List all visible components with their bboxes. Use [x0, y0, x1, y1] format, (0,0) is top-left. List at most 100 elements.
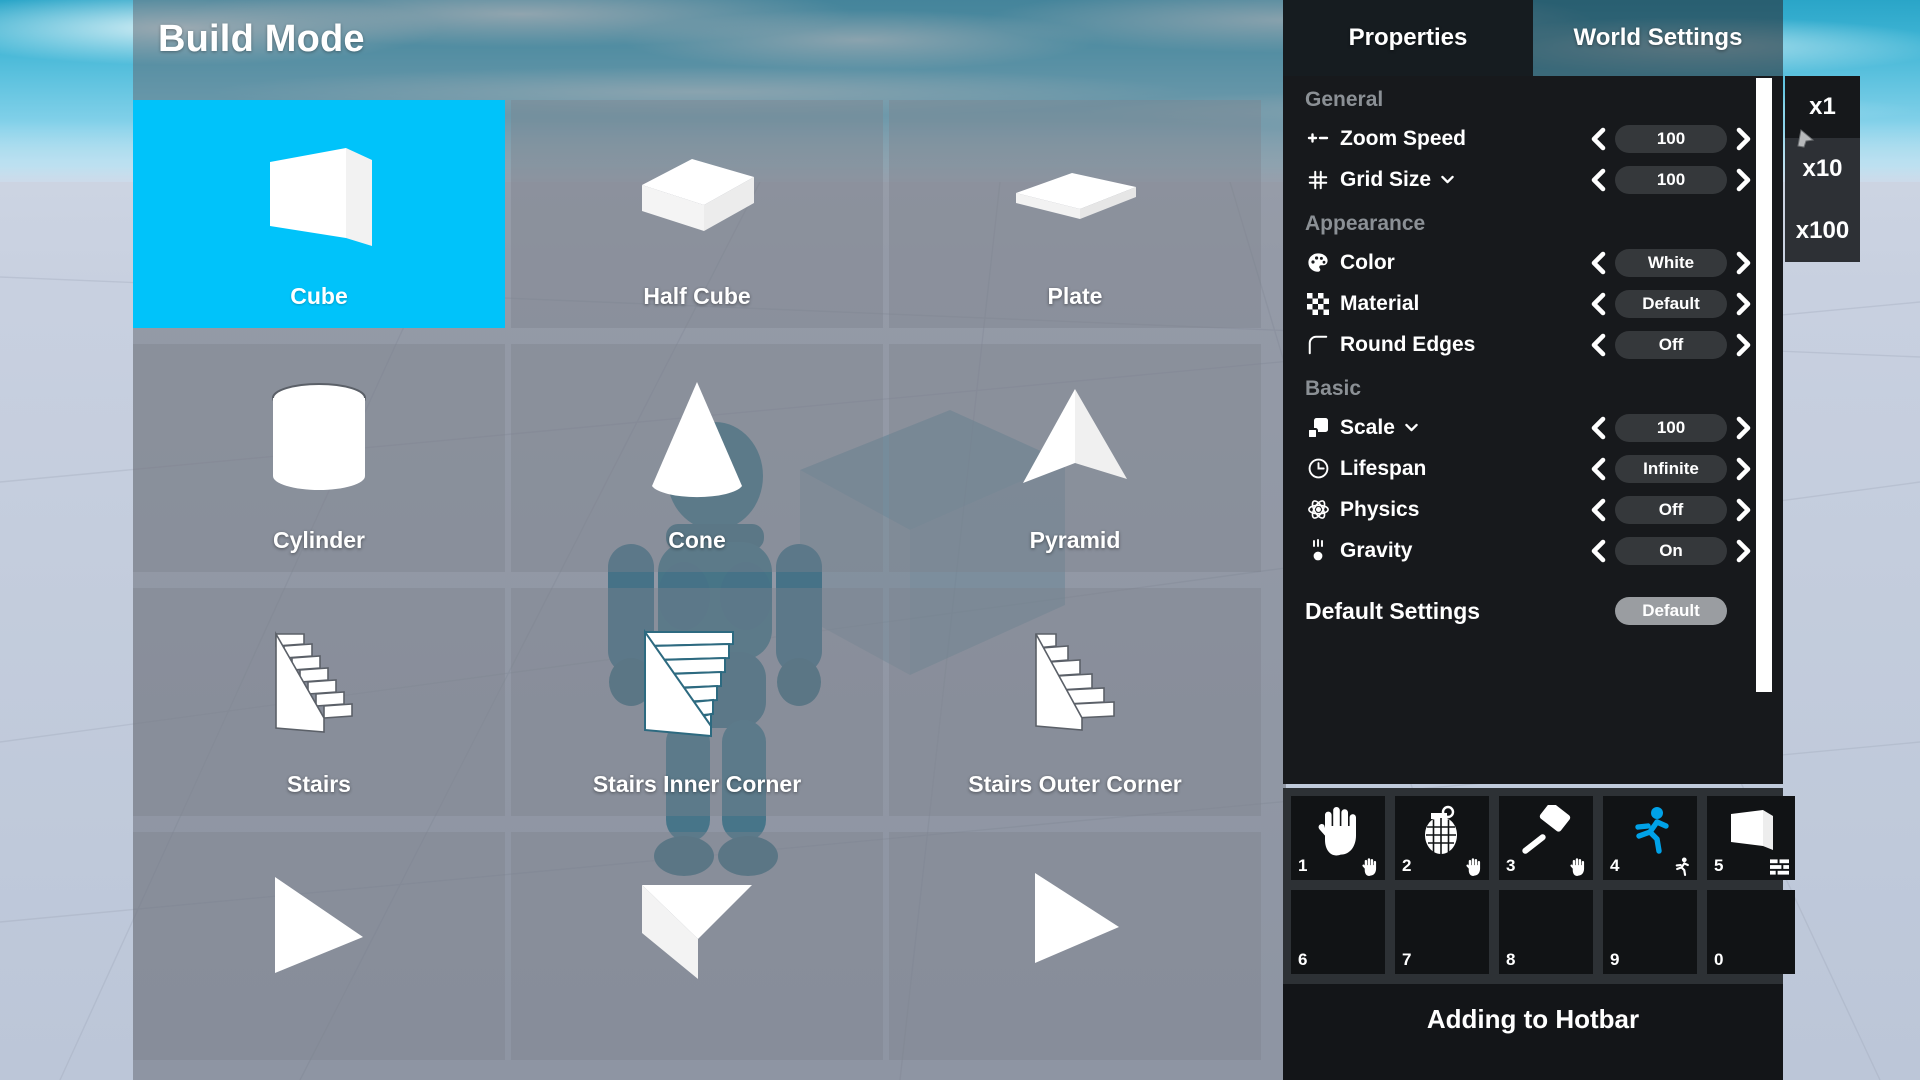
default-settings-label: Default Settings: [1305, 597, 1481, 624]
chevron-right-icon[interactable]: [1729, 288, 1759, 320]
tab-world-settings[interactable]: World Settings: [1533, 0, 1783, 76]
build-tile-label: Cone: [668, 527, 726, 553]
chevron-left-icon[interactable]: [1583, 288, 1613, 320]
property-row-lifespan: Lifespan Infinite: [1283, 448, 1783, 489]
build-tile-label: Cube: [290, 283, 348, 309]
property-row-scale: Scale 100: [1283, 407, 1783, 448]
chevron-down-icon[interactable]: [1403, 419, 1420, 436]
chevron-left-icon[interactable]: [1583, 329, 1613, 361]
property-label-physics: Physics: [1340, 497, 1420, 521]
hotbar-slot-2[interactable]: 2: [1395, 796, 1489, 880]
property-stepper-grid-size: 100: [1583, 164, 1759, 196]
chevron-left-icon[interactable]: [1583, 123, 1613, 155]
property-value-physics[interactable]: Off: [1615, 495, 1727, 524]
property-value-material[interactable]: Default: [1615, 289, 1727, 318]
atom-icon: [1305, 497, 1331, 523]
tab-properties[interactable]: Properties: [1283, 0, 1533, 76]
build-tile-extra-11[interactable]: [889, 832, 1261, 1060]
page-title: Build Mode: [158, 18, 365, 60]
property-stepper-lifespan: Infinite: [1583, 453, 1759, 485]
property-value-color[interactable]: White: [1615, 248, 1727, 277]
chevron-left-icon[interactable]: [1583, 247, 1613, 279]
property-value-lifespan[interactable]: Infinite: [1615, 454, 1727, 483]
hotbar-slot-3[interactable]: 3: [1499, 796, 1593, 880]
build-tile-label: Plate: [1047, 283, 1103, 309]
build-tile-stairs-inner-corner[interactable]: Stairs Inner Corner: [511, 588, 883, 816]
properties-scrollbar[interactable]: [1756, 78, 1772, 692]
multiplier-x100[interactable]: x100: [1785, 200, 1860, 262]
chevron-left-icon[interactable]: [1583, 164, 1613, 196]
properties-list[interactable]: General Zoom Speed 100 Grid Size 100 Appearan…: [1283, 76, 1783, 784]
chevron-left-icon[interactable]: [1583, 535, 1613, 567]
hotbar-slot-4[interactable]: 4: [1603, 796, 1697, 880]
hotbar-slot-8[interactable]: 8: [1499, 890, 1593, 974]
chevron-right-icon[interactable]: [1729, 535, 1759, 567]
property-stepper-scale: 100: [1583, 412, 1759, 444]
property-value-scale[interactable]: 100: [1615, 413, 1727, 442]
chevron-right-icon[interactable]: [1729, 123, 1759, 155]
hotbar-slot-key: 2: [1402, 856, 1412, 875]
hotbar-slot-0[interactable]: 0: [1707, 890, 1795, 974]
build-tile-stairs-outer-corner[interactable]: Stairs Outer Corner: [889, 588, 1261, 816]
chevron-right-icon[interactable]: [1729, 412, 1759, 444]
build-tile-pyramid[interactable]: Pyramid: [889, 344, 1261, 572]
cone-icon: [511, 362, 883, 516]
cube-icon: [133, 118, 505, 272]
build-tile-label: Stairs Outer Corner: [968, 771, 1182, 797]
property-value-gravity[interactable]: On: [1615, 536, 1727, 565]
chevron-right-icon[interactable]: [1729, 247, 1759, 279]
property-value-grid-size[interactable]: 100: [1615, 165, 1727, 194]
build-tile-extra-9[interactable]: [133, 832, 505, 1060]
chevron-left-icon[interactable]: [1583, 453, 1613, 485]
property-label-lifespan: Lifespan: [1340, 456, 1427, 480]
gravity-icon: [1305, 538, 1331, 564]
property-row-color: Color White: [1283, 242, 1783, 283]
hotbar-slot-7[interactable]: 7: [1395, 890, 1489, 974]
build-tile-label: Stairs Inner Corner: [592, 771, 802, 797]
build-tile-cone[interactable]: Cone: [511, 344, 883, 572]
chevron-left-icon[interactable]: [1583, 494, 1613, 526]
build-tile-plate[interactable]: Plate: [889, 100, 1261, 328]
property-label-round-edges: Round Edges: [1340, 332, 1476, 356]
hotbar-slot-5[interactable]: 5: [1707, 796, 1795, 880]
chevron-right-icon[interactable]: [1729, 329, 1759, 361]
property-value-zoom-speed[interactable]: 100: [1615, 124, 1727, 153]
section-heading-basic: Basic: [1305, 377, 1362, 400]
build-tile-label: Cylinder: [272, 527, 366, 553]
property-row-material: Material Default: [1283, 283, 1783, 324]
hotbar-slot-6[interactable]: 6: [1291, 890, 1385, 974]
property-label-grid-size: Grid Size: [1340, 167, 1432, 191]
property-value-round-edges[interactable]: Off: [1615, 330, 1727, 359]
hotbar-slot-key: 7: [1402, 950, 1412, 969]
default-settings-button[interactable]: Default: [1615, 597, 1727, 625]
hotbar-slot-9[interactable]: 9: [1603, 890, 1697, 974]
hotbar-slot-1[interactable]: 1: [1291, 796, 1385, 880]
hand-icon: [1360, 857, 1379, 876]
property-label-scale: Scale: [1340, 415, 1395, 439]
property-stepper-material: Default: [1583, 288, 1759, 320]
build-tile-stairs[interactable]: Stairs: [133, 588, 505, 816]
chevron-right-icon[interactable]: [1729, 494, 1759, 526]
build-tile-extra-10[interactable]: [511, 832, 883, 1060]
property-label-material: Material: [1340, 291, 1420, 315]
pyramid-icon: [889, 362, 1261, 516]
scale-icon: [1305, 415, 1331, 441]
section-heading-appearance: Appearance: [1305, 212, 1426, 235]
build-tile-half-cube[interactable]: Half Cube: [511, 100, 883, 328]
runner-icon: [1672, 857, 1691, 876]
chevron-left-icon[interactable]: [1583, 412, 1613, 444]
property-row-physics: Physics Off: [1283, 489, 1783, 530]
chevron-right-icon[interactable]: [1729, 453, 1759, 485]
chevron-right-icon[interactable]: [1729, 164, 1759, 196]
app-root: Build Mode Cube Half Cube Plate Cylinder Con…: [0, 0, 1920, 1080]
plate-icon: [889, 118, 1261, 272]
hotbar-slot-key: 8: [1506, 950, 1516, 969]
wedge-icon: [133, 850, 505, 1004]
property-label-color: Color: [1340, 250, 1395, 274]
build-tile-cube[interactable]: Cube: [133, 100, 505, 328]
stairs-outer-icon: [889, 606, 1261, 760]
build-tile-cylinder[interactable]: Cylinder: [133, 344, 505, 572]
chevron-down-icon[interactable]: [1439, 171, 1456, 188]
property-label-zoom-speed: Zoom Speed: [1340, 126, 1467, 150]
plus-minus-icon: [1305, 126, 1331, 152]
